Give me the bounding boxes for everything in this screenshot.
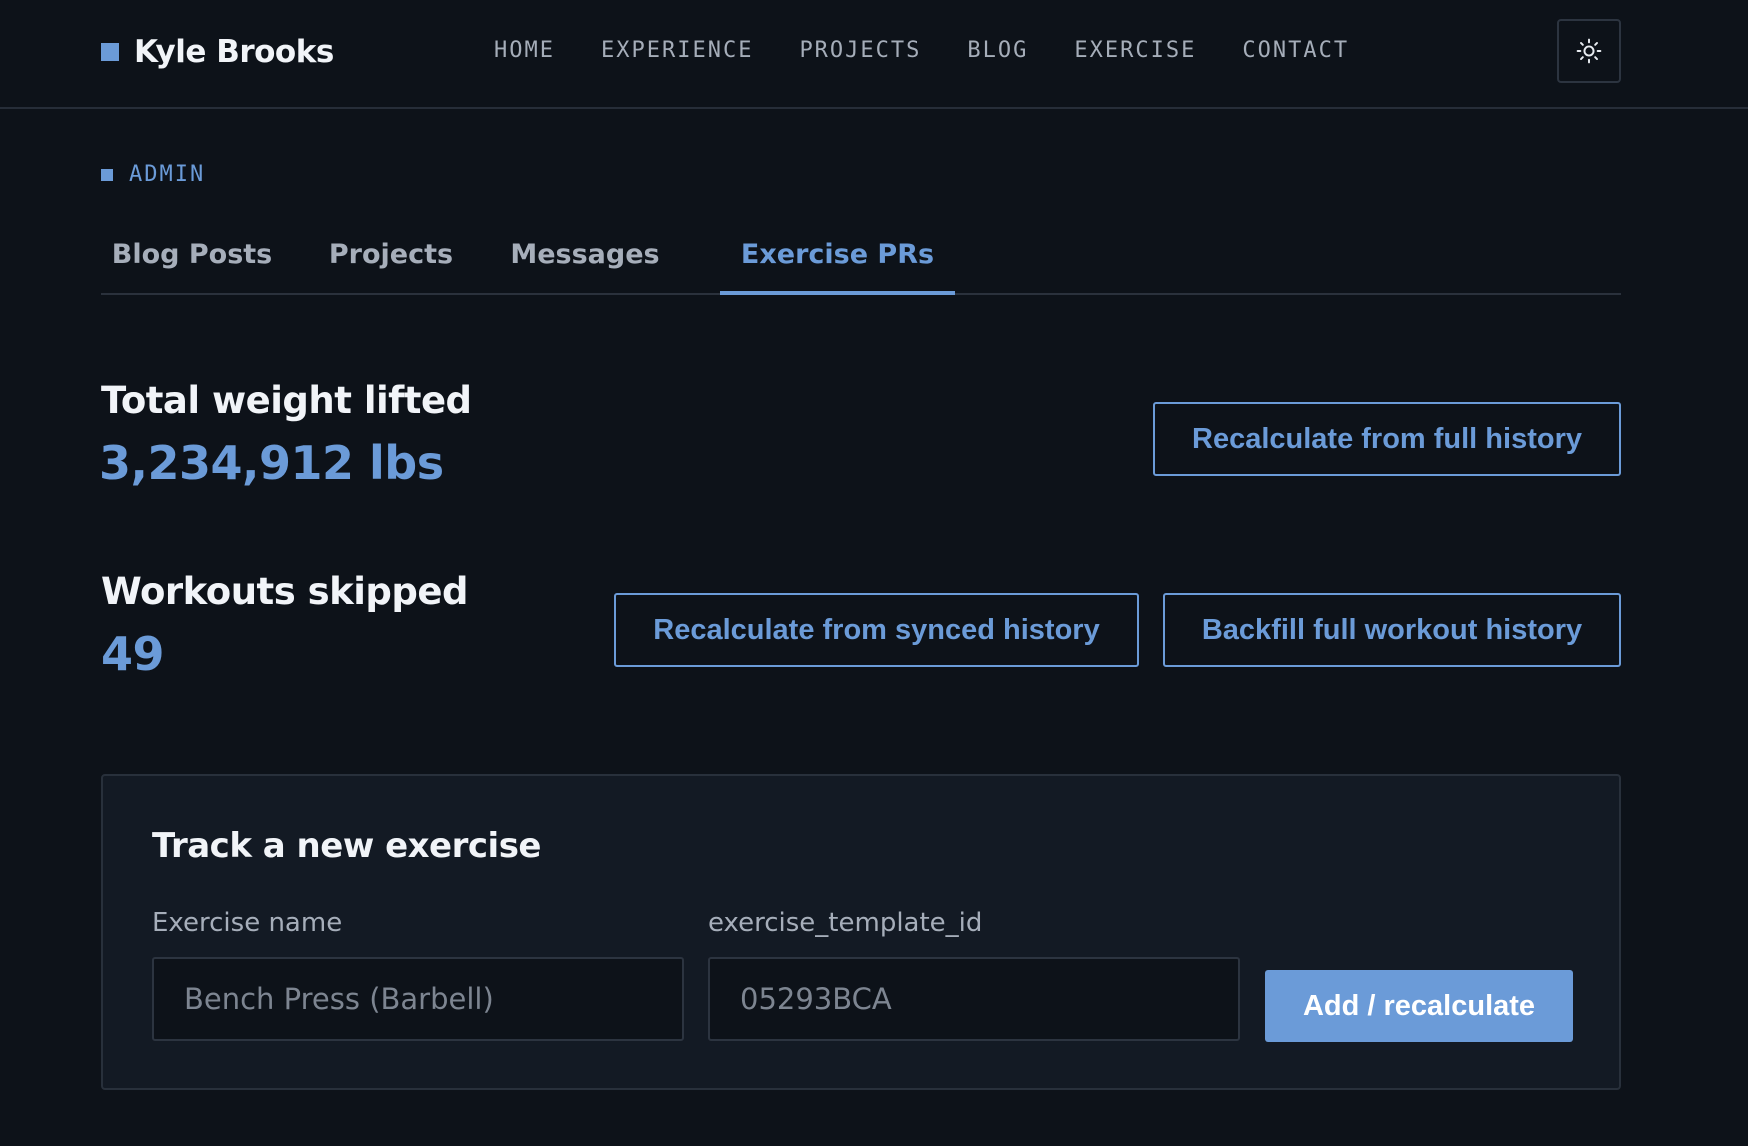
site-header: Kyle Brooks HOME EXPERIENCE PROJECTS BLO… bbox=[0, 0, 1748, 109]
track-exercise-card: Track a new exercise Exercise name exerc… bbox=[101, 774, 1621, 1090]
template-id-label: exercise_template_id bbox=[708, 908, 983, 938]
nav-projects[interactable]: PROJECTS bbox=[799, 38, 921, 63]
total-weight-value: 3,234,912 lbs bbox=[99, 436, 444, 490]
template-id-input[interactable] bbox=[708, 957, 1240, 1041]
section-marker-square bbox=[101, 168, 113, 181]
recalculate-full-history-button[interactable]: Recalculate from full history bbox=[1153, 402, 1621, 476]
admin-tabs: Blog Posts Projects Messages Exercise PR… bbox=[101, 228, 1621, 295]
tab-blog-posts[interactable]: Blog Posts bbox=[101, 228, 283, 295]
workouts-skipped-title: Workouts skipped bbox=[101, 570, 469, 613]
card-title: Track a new exercise bbox=[152, 826, 542, 866]
main-nav: HOME EXPERIENCE PROJECTS BLOG EXERCISE C… bbox=[494, 38, 1395, 63]
brand[interactable]: Kyle Brooks bbox=[101, 34, 334, 70]
exercise-name-input[interactable] bbox=[152, 957, 684, 1041]
brand-logo-square bbox=[101, 43, 119, 61]
backfill-workout-history-button[interactable]: Backfill full workout history bbox=[1163, 593, 1621, 667]
recalculate-synced-history-button[interactable]: Recalculate from synced history bbox=[614, 593, 1139, 667]
nav-exercise[interactable]: EXERCISE bbox=[1074, 38, 1196, 63]
nav-home[interactable]: HOME bbox=[494, 38, 555, 63]
section-label-text: ADMIN bbox=[129, 162, 206, 187]
exercise-name-label: Exercise name bbox=[152, 908, 343, 938]
tab-messages[interactable]: Messages bbox=[499, 228, 671, 295]
nav-experience[interactable]: EXPERIENCE bbox=[601, 38, 753, 63]
nav-contact[interactable]: CONTACT bbox=[1242, 38, 1349, 63]
tab-exercise-prs[interactable]: Exercise PRs bbox=[720, 228, 955, 295]
total-weight-title: Total weight lifted bbox=[101, 379, 472, 422]
theme-toggle-button[interactable] bbox=[1557, 19, 1621, 83]
admin-section-label: ADMIN bbox=[101, 162, 205, 187]
add-recalculate-button[interactable]: Add / recalculate bbox=[1265, 970, 1573, 1042]
tab-projects[interactable]: Projects bbox=[315, 228, 467, 295]
workouts-skipped-value: 49 bbox=[101, 627, 165, 681]
nav-blog[interactable]: BLOG bbox=[967, 38, 1028, 63]
brand-name: Kyle Brooks bbox=[134, 34, 334, 70]
sun-icon bbox=[1576, 38, 1602, 64]
